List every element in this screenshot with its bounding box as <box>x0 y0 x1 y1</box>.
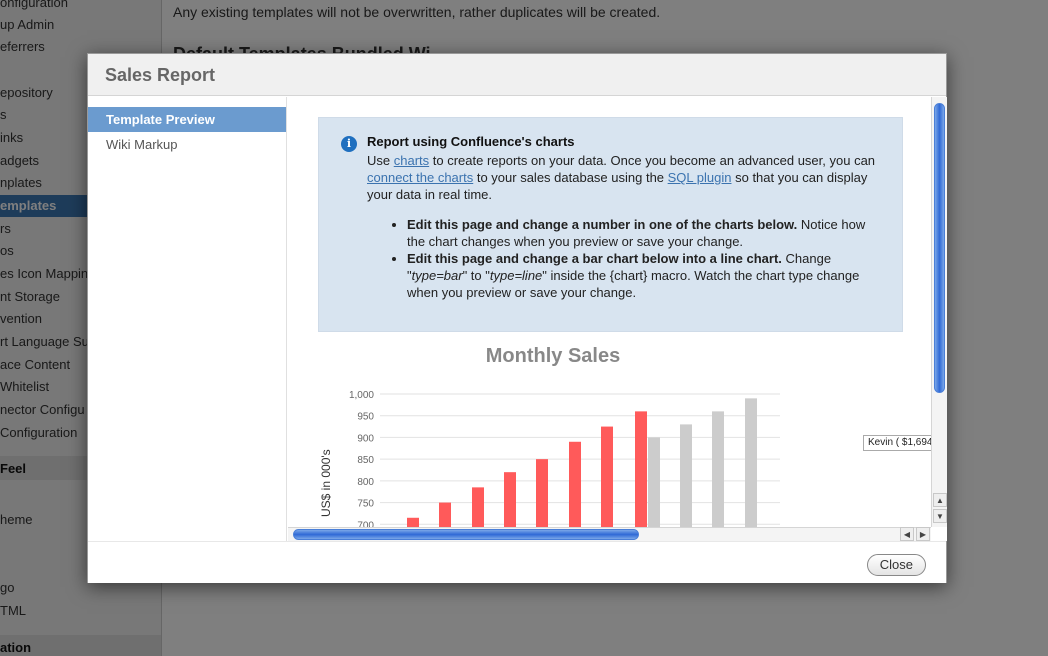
horizontal-scroll-thumb[interactable] <box>293 529 639 540</box>
vertical-scrollbar[interactable]: ▲ ▼ <box>931 97 947 527</box>
info-paragraph: Use charts to create reports on your dat… <box>367 153 876 202</box>
bar <box>504 472 516 527</box>
horizontal-scrollbar[interactable]: ◀ ▶ <box>288 527 931 541</box>
y-tick-label: 850 <box>357 455 374 466</box>
info-title: Report using Confluence's charts <box>367 134 575 149</box>
scroll-left-icon[interactable]: ◀ <box>900 527 914 541</box>
y-axis-label: US$ in 000's <box>319 449 333 517</box>
y-tick-label: 950 <box>357 412 374 423</box>
connect-charts-link[interactable]: connect the charts <box>367 170 473 185</box>
bar <box>569 441 581 527</box>
y-tick-label: 750 <box>357 499 374 510</box>
tab-template-preview[interactable]: Template Preview <box>88 107 286 132</box>
dialog-title: Sales Report <box>105 65 216 85</box>
info-bullets: Edit this page and change a number in on… <box>395 216 885 301</box>
bar <box>745 398 757 527</box>
bar <box>536 459 548 527</box>
bar <box>472 487 484 527</box>
dialog-footer: Close <box>88 541 946 583</box>
y-tick-label: 800 <box>357 477 374 488</box>
bar <box>601 426 613 527</box>
y-tick-label: 900 <box>357 433 374 444</box>
y-tick-label: 1,000 <box>349 390 374 401</box>
bar <box>712 411 724 527</box>
list-item: Edit this page and change a bar chart be… <box>407 250 885 301</box>
list-item: Edit this page and change a number in on… <box>407 216 885 250</box>
bar <box>635 411 647 527</box>
y-tick-label: 700 <box>357 520 374 527</box>
info-icon: i <box>341 136 357 152</box>
close-button[interactable]: Close <box>866 554 926 576</box>
tab-wiki-markup[interactable]: Wiki Markup <box>88 132 286 157</box>
bar <box>407 517 419 527</box>
chart-tooltip: Kevin ( $1,694 <box>863 435 935 451</box>
scroll-up-icon[interactable]: ▲ <box>933 493 947 507</box>
scroll-down-icon[interactable]: ▼ <box>933 509 947 523</box>
vertical-scroll-thumb[interactable] <box>934 103 945 393</box>
charts-link[interactable]: charts <box>394 153 429 168</box>
dialog-nav: Template Preview Wiki Markup <box>88 97 287 541</box>
bar <box>648 437 660 527</box>
sales-report-dialog: Sales Report Template Preview Wiki Marku… <box>87 53 947 583</box>
chart-title: Monthly Sales <box>485 345 621 367</box>
info-panel: i Report using Confluence's charts Use c… <box>318 117 903 332</box>
scroll-right-icon[interactable]: ▶ <box>916 527 930 541</box>
dialog-header: Sales Report <box>88 54 946 96</box>
sql-plugin-link[interactable]: SQL plugin <box>668 170 732 185</box>
template-preview-pane: i Report using Confluence's charts Use c… <box>288 97 947 541</box>
bar <box>680 424 692 527</box>
bar <box>439 502 451 527</box>
monthly-sales-chart: US$ in 000's1,000950900850800750700650 <box>319 390 780 527</box>
